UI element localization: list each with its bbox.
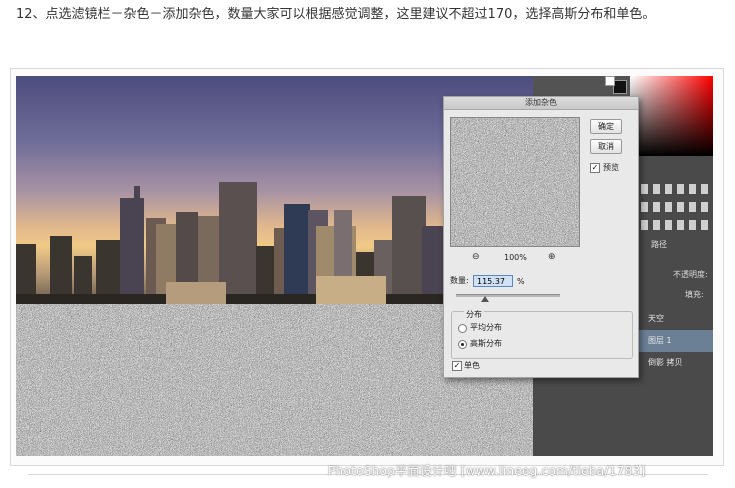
layer-row-sky[interactable]: 天空 [628,308,713,330]
zoom-level: 100% [504,253,527,262]
color-picker-field[interactable] [630,76,713,156]
add-noise-dialog: 添加杂色 ⊖ 100% ⊕ 确定 取消 ✓ 预览 数量: 115.37 % 分布… [443,96,639,378]
amount-slider-knob[interactable] [481,296,489,302]
preview-noise-image [451,118,579,246]
opacity-label: 不透明度: [673,270,708,279]
noise-preview[interactable] [450,117,580,247]
cancel-button[interactable]: 取消 [590,139,622,154]
amount-unit: % [517,277,525,286]
foreground-swatch[interactable] [613,80,627,94]
adjustment-icon-row-2[interactable] [641,202,713,212]
dialog-title[interactable]: 添加杂色 [444,97,638,110]
preview-checkbox[interactable]: ✓ [590,163,600,173]
amount-slider-track[interactable] [456,294,560,297]
layer-row-layer1[interactable]: 图层 1 [628,330,713,352]
adjustment-icon-row-3[interactable] [641,220,713,230]
amount-input[interactable]: 115.37 [473,275,513,287]
distribution-label: 分布 [464,310,484,320]
gaussian-label: 高斯分布 [470,339,502,348]
ok-button[interactable]: 确定 [590,119,622,134]
paths-tab[interactable]: 路径 [651,240,667,250]
zoom-in-icon[interactable]: ⊕ [548,253,556,262]
monochrome-checkbox[interactable]: ✓ [452,361,462,371]
uniform-radio[interactable] [458,324,467,333]
preview-label: 预览 [603,163,619,172]
distribution-group: 分布 平均分布 高斯分布 [451,310,633,359]
watermark-text: PhotoShop平面设计吧 [www.lineeg.com/tieba/178… [328,464,646,478]
fill-label: 填充: [685,290,704,299]
monochrome-label: 单色 [464,361,480,370]
uniform-label: 平均分布 [470,323,502,332]
tutorial-caption: 12、点选滤镜栏－杂色－添加杂色，数量大家可以根据感觉调整，这里建议不超过170… [16,7,656,22]
gaussian-radio[interactable] [458,340,467,349]
adjustment-icon-row-1[interactable] [641,184,713,194]
background-swatch[interactable] [605,76,615,86]
amount-label: 数量: [450,276,469,285]
zoom-out-icon[interactable]: ⊖ [472,253,480,262]
layer-row-reflection-copy[interactable]: 倒影 拷贝 [628,352,713,374]
